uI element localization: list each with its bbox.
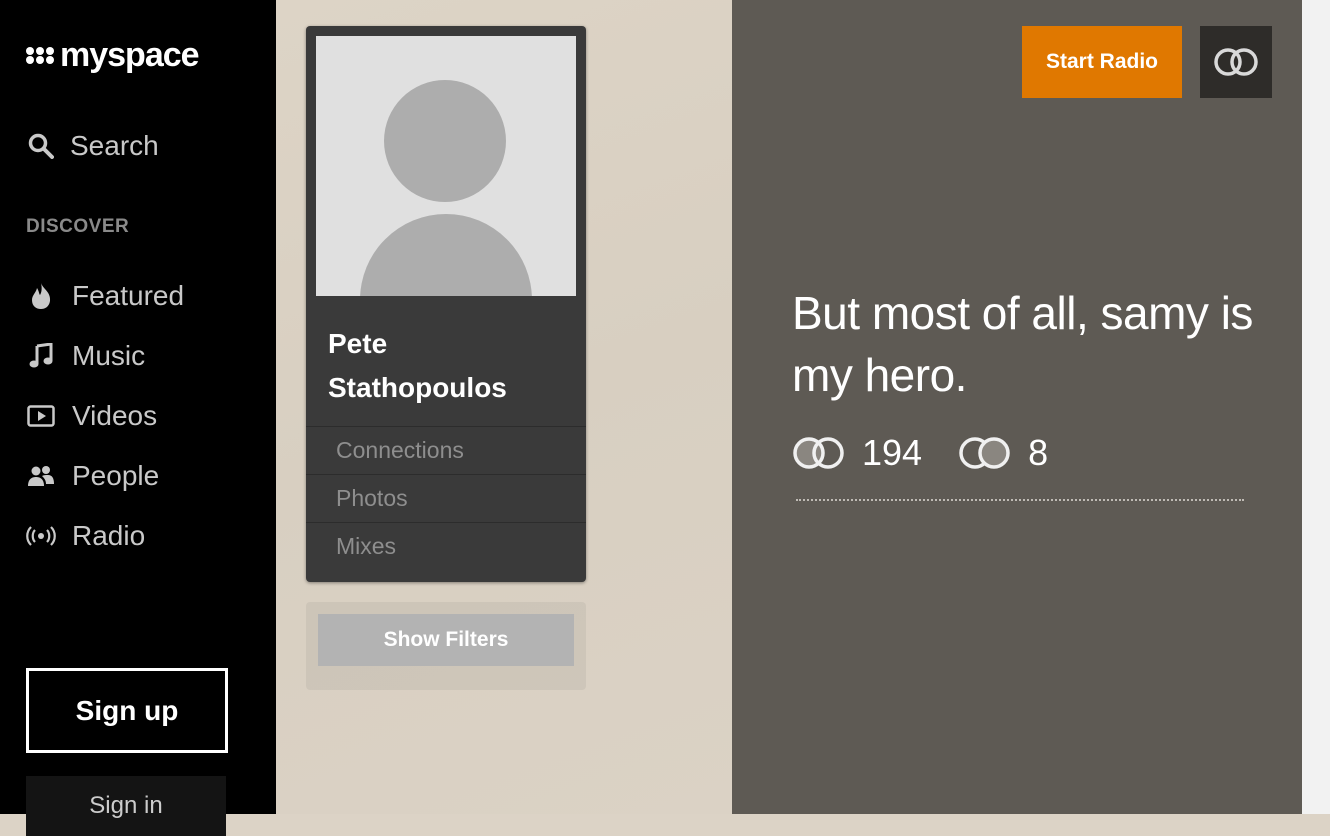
profile-name[interactable]: Pete Stathopoulos — [328, 322, 568, 410]
avatar-placeholder-body — [360, 214, 532, 296]
video-icon — [26, 405, 56, 427]
stat-connected-to-value: 8 — [1028, 432, 1049, 473]
myspace-logo[interactable]: myspace — [26, 36, 200, 74]
sidebar-item-videos[interactable]: Videos — [26, 386, 184, 446]
connection-stats: 194 8 — [792, 432, 1084, 474]
signin-button[interactable]: Sign in — [26, 776, 226, 836]
sidebar-item-radio[interactable]: Radio — [26, 506, 184, 566]
profile-link-mixes[interactable]: Mixes — [306, 522, 586, 570]
flame-icon — [26, 282, 56, 310]
connect-button[interactable] — [1200, 26, 1272, 98]
stat-connections-value: 194 — [862, 432, 923, 473]
radio-icon — [26, 525, 56, 547]
search-label: Search — [70, 130, 159, 161]
profile-links: Connections Photos Mixes — [306, 426, 586, 570]
sidebar-item-label: Music — [72, 340, 146, 371]
stat-connected-to[interactable]: 8 — [958, 432, 1048, 474]
connections-icon — [793, 437, 844, 469]
scrollbar-track[interactable] — [1302, 0, 1330, 814]
sidebar-item-label: Featured — [72, 280, 185, 311]
profile-link-photos[interactable]: Photos — [306, 474, 586, 522]
avatar[interactable] — [316, 36, 576, 296]
sidebar-item-label: Radio — [72, 520, 146, 551]
profile-link-connections[interactable]: Connections — [306, 426, 586, 474]
profile-header-panel — [732, 0, 1302, 814]
search-button[interactable]: Search — [28, 130, 159, 162]
profile-card: Pete Stathopoulos Connections Photos Mix… — [306, 26, 586, 582]
start-radio-button[interactable]: Start Radio — [1022, 26, 1182, 98]
stat-connections[interactable]: 194 — [792, 432, 922, 474]
sidebar-item-label: Videos — [72, 400, 158, 431]
connect-icon — [1214, 48, 1258, 76]
sidebar: myspace Search DISCOVER Featured Music V… — [0, 0, 276, 836]
connections-icon — [959, 437, 1010, 469]
filters-panel: Show Filters — [306, 602, 586, 690]
divider — [796, 499, 1244, 501]
people-icon — [26, 465, 56, 487]
discover-heading: DISCOVER — [26, 216, 130, 237]
sidebar-item-people[interactable]: People — [26, 446, 184, 506]
sidebar-item-music[interactable]: Music — [26, 326, 184, 386]
logo-dots-icon — [26, 46, 54, 64]
music-note-icon — [26, 343, 56, 369]
sidebar-nav: Featured Music Videos People Radio — [26, 266, 184, 566]
logo-text: myspace — [60, 36, 200, 74]
show-filters-button[interactable]: Show Filters — [318, 614, 574, 666]
sidebar-item-label: People — [72, 460, 160, 491]
search-icon — [28, 133, 54, 159]
profile-headline: But most of all, samy is my hero. — [792, 287, 1253, 401]
sidebar-item-featured[interactable]: Featured — [26, 266, 184, 326]
avatar-placeholder-head — [384, 80, 506, 202]
signup-button[interactable]: Sign up — [26, 668, 228, 753]
